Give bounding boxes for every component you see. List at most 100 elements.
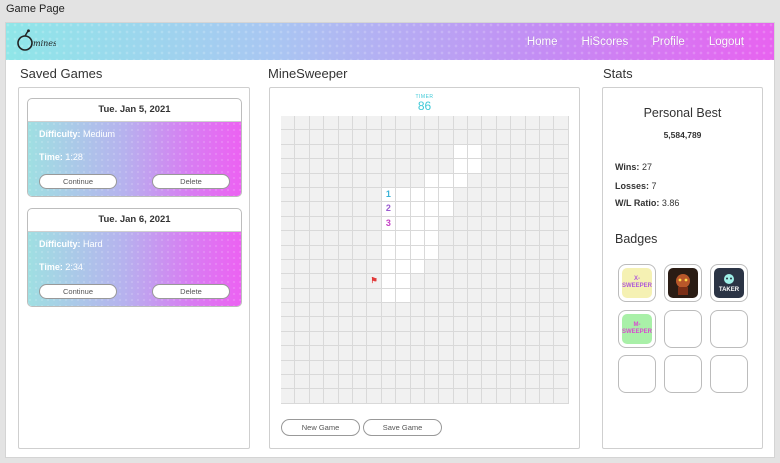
opened-cell[interactable] (410, 245, 425, 260)
hidden-cell[interactable] (295, 187, 310, 203)
hidden-cell[interactable] (540, 346, 555, 361)
hidden-cell[interactable] (338, 144, 353, 160)
hidden-cell[interactable] (352, 173, 368, 188)
hidden-cell[interactable] (540, 144, 555, 160)
hidden-cell[interactable] (439, 116, 454, 131)
hidden-cell[interactable] (424, 288, 440, 304)
hidden-cell[interactable] (309, 288, 325, 304)
hidden-cell[interactable] (309, 144, 325, 160)
opened-cell[interactable] (396, 288, 411, 304)
hidden-cell[interactable] (525, 130, 541, 145)
hidden-cell[interactable] (554, 331, 569, 347)
number-cell[interactable]: 3 (381, 216, 397, 232)
hidden-cell[interactable] (396, 389, 411, 404)
hidden-cell[interactable] (338, 375, 353, 390)
opened-cell[interactable] (396, 231, 411, 246)
hidden-cell[interactable] (338, 231, 353, 246)
hidden-cell[interactable] (281, 144, 296, 160)
hidden-cell[interactable] (352, 216, 368, 232)
hidden-cell[interactable] (453, 346, 469, 361)
continue-button[interactable]: Continue (39, 174, 117, 189)
hidden-cell[interactable] (453, 360, 469, 376)
hidden-cell[interactable] (468, 130, 483, 145)
hidden-cell[interactable] (424, 360, 440, 376)
hidden-cell[interactable] (468, 245, 483, 260)
hidden-cell[interactable] (295, 231, 310, 246)
hidden-cell[interactable] (338, 173, 353, 188)
hidden-cell[interactable] (540, 288, 555, 304)
hidden-cell[interactable] (511, 173, 526, 188)
opened-cell[interactable] (410, 231, 425, 246)
hidden-cell[interactable] (496, 231, 512, 246)
hidden-cell[interactable] (309, 116, 325, 131)
hidden-cell[interactable] (482, 173, 497, 188)
hidden-cell[interactable] (381, 375, 397, 390)
opened-cell[interactable] (396, 202, 411, 217)
hidden-cell[interactable] (324, 159, 339, 174)
hidden-cell[interactable] (540, 360, 555, 376)
hidden-cell[interactable] (381, 159, 397, 174)
hidden-cell[interactable] (439, 303, 454, 318)
hidden-cell[interactable] (424, 144, 440, 160)
hidden-cell[interactable] (281, 274, 296, 289)
hidden-cell[interactable] (424, 375, 440, 390)
hidden-cell[interactable] (352, 259, 368, 275)
hidden-cell[interactable] (281, 389, 296, 404)
hidden-cell[interactable] (381, 346, 397, 361)
hidden-cell[interactable] (554, 187, 569, 203)
hidden-cell[interactable] (511, 288, 526, 304)
hidden-cell[interactable] (352, 317, 368, 332)
hidden-cell[interactable] (367, 346, 382, 361)
hidden-cell[interactable] (439, 389, 454, 404)
hidden-cell[interactable] (324, 202, 339, 217)
hidden-cell[interactable] (468, 274, 483, 289)
hidden-cell[interactable] (410, 159, 425, 174)
hidden-cell[interactable] (309, 173, 325, 188)
hidden-cell[interactable] (309, 360, 325, 376)
hidden-cell[interactable] (468, 173, 483, 188)
hidden-cell[interactable] (352, 245, 368, 260)
hidden-cell[interactable] (482, 375, 497, 390)
hidden-cell[interactable] (352, 159, 368, 174)
hidden-cell[interactable] (482, 389, 497, 404)
delete-button[interactable]: Delete (152, 174, 230, 189)
hidden-cell[interactable] (424, 259, 440, 275)
hidden-cell[interactable] (511, 159, 526, 174)
hidden-cell[interactable] (295, 144, 310, 160)
hidden-cell[interactable] (525, 231, 541, 246)
hidden-cell[interactable] (281, 216, 296, 232)
hidden-cell[interactable] (453, 274, 469, 289)
hidden-cell[interactable] (309, 216, 325, 232)
hidden-cell[interactable] (453, 303, 469, 318)
opened-cell[interactable] (410, 202, 425, 217)
hidden-cell[interactable] (468, 360, 483, 376)
hidden-cell[interactable] (396, 144, 411, 160)
nav-logout-link[interactable]: Logout (709, 36, 744, 48)
hidden-cell[interactable] (468, 116, 483, 131)
hidden-cell[interactable] (381, 303, 397, 318)
opened-cell[interactable] (439, 173, 454, 188)
hidden-cell[interactable] (424, 346, 440, 361)
hidden-cell[interactable] (338, 389, 353, 404)
hidden-cell[interactable] (453, 245, 469, 260)
hidden-cell[interactable] (496, 130, 512, 145)
hidden-cell[interactable] (511, 331, 526, 347)
hidden-cell[interactable] (352, 360, 368, 376)
hidden-cell[interactable] (482, 360, 497, 376)
hidden-cell[interactable] (468, 375, 483, 390)
hidden-cell[interactable] (525, 303, 541, 318)
hidden-cell[interactable] (511, 303, 526, 318)
nav-home-link[interactable]: Home (527, 36, 558, 48)
hidden-cell[interactable] (295, 245, 310, 260)
hidden-cell[interactable] (496, 187, 512, 203)
hidden-cell[interactable] (309, 159, 325, 174)
hidden-cell[interactable] (281, 360, 296, 376)
hidden-cell[interactable] (295, 274, 310, 289)
hidden-cell[interactable] (324, 360, 339, 376)
hidden-cell[interactable] (482, 144, 497, 160)
hidden-cell[interactable] (367, 288, 382, 304)
hidden-cell[interactable] (525, 346, 541, 361)
hidden-cell[interactable] (453, 288, 469, 304)
hidden-cell[interactable] (439, 317, 454, 332)
hidden-cell[interactable] (410, 346, 425, 361)
